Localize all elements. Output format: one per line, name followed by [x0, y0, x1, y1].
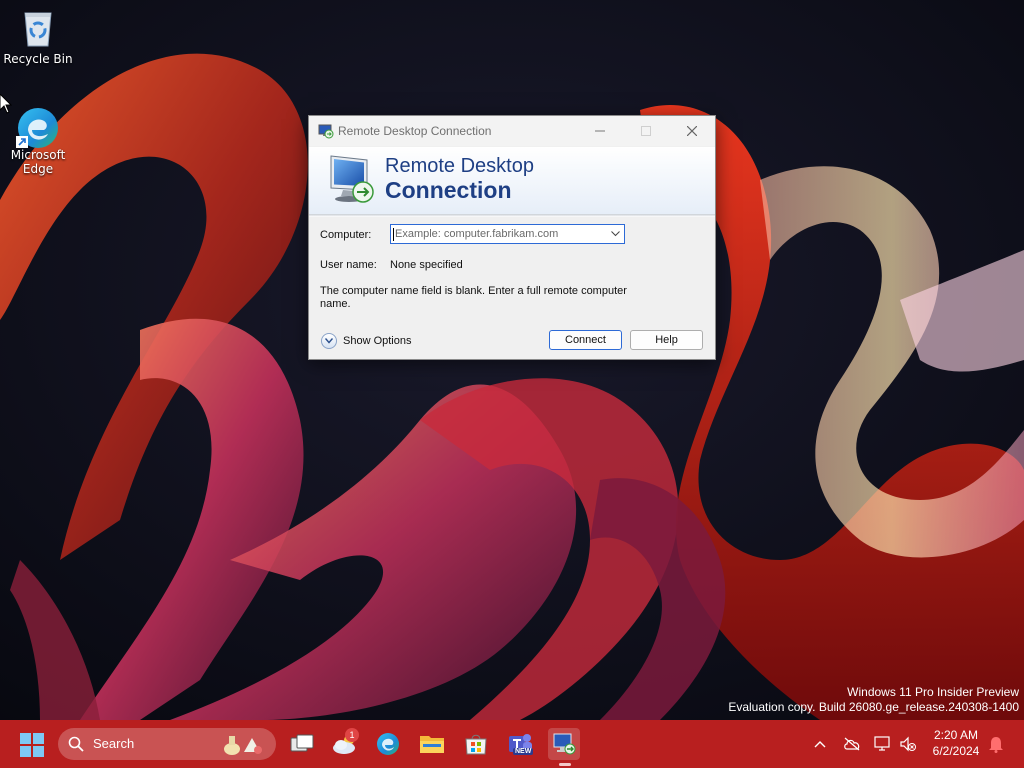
banner-title-line-2: Connection	[385, 177, 512, 203]
search-label: Search	[93, 736, 135, 751]
taskbar-weather[interactable]: 1	[329, 728, 361, 760]
show-options-label: Show Options	[343, 335, 412, 347]
search-icon	[68, 736, 84, 752]
taskbar-task-view[interactable]	[286, 728, 318, 760]
banner: Remote Desktop Connection	[309, 147, 715, 214]
maximize-button[interactable]	[623, 116, 669, 146]
clock-time: 2:20 AM	[933, 728, 979, 742]
store-icon	[465, 734, 487, 755]
taskbar: Search 1 NEW 2:20 AM 6/2/2024	[0, 720, 1024, 768]
banner-title-line-1: Remote Desktop	[385, 155, 534, 177]
notification-badge: 1	[345, 728, 359, 742]
text-caret	[393, 228, 394, 241]
edge-icon	[377, 733, 399, 755]
computer-label: Computer:	[320, 229, 372, 241]
expand-circle-icon	[321, 333, 337, 349]
folder-icon	[420, 736, 444, 753]
volume-muted-icon	[900, 736, 916, 752]
start-button[interactable]	[20, 733, 44, 757]
window-title: Remote Desktop Connection	[338, 124, 492, 138]
banner-divider	[309, 214, 715, 217]
desktop-icon-recycle-bin[interactable]: Recycle Bin	[0, 8, 76, 66]
desktop-icon-label: Microsoft Edge	[10, 148, 66, 176]
taskbar-microsoft-store[interactable]	[460, 728, 492, 760]
bell-icon	[989, 737, 1003, 753]
show-hidden-icons-button[interactable]	[810, 734, 830, 754]
help-button[interactable]: Help	[630, 330, 703, 350]
remote-desktop-connection-window: Remote Desktop Connection Remote Desktop	[308, 115, 716, 360]
minimize-button[interactable]	[577, 116, 623, 146]
taskbar-search-box[interactable]: Search	[58, 728, 276, 760]
minimize-icon	[595, 130, 605, 132]
close-icon	[687, 126, 697, 136]
desktop-icon-label: Recycle Bin	[3, 52, 73, 66]
search-highlight-image-icon	[224, 736, 262, 755]
mouse-cursor-icon	[0, 94, 12, 114]
task-view-icon	[290, 734, 314, 752]
tray-network[interactable]	[873, 734, 893, 754]
close-button[interactable]	[669, 116, 715, 146]
taskbar-edge[interactable]	[372, 728, 404, 760]
remote-desktop-icon	[553, 733, 576, 755]
username-value: None specified	[390, 259, 463, 271]
windows-watermark: Windows 11 Pro Insider Preview Evaluatio…	[728, 685, 1019, 715]
cloud-offline-icon	[844, 737, 860, 751]
taskbar-teams[interactable]: NEW	[504, 728, 536, 760]
status-message: The computer name field is blank. Enter …	[320, 285, 627, 310]
computer-combobox[interactable]	[390, 224, 625, 244]
remote-desktop-icon	[318, 124, 334, 139]
maximize-icon	[641, 126, 651, 136]
new-tag: NEW	[513, 748, 534, 755]
clock-date: 6/2/2024	[932, 744, 980, 758]
tray-volume[interactable]	[898, 734, 918, 754]
recycle-bin-icon	[18, 8, 58, 48]
chevron-down-icon	[610, 231, 620, 237]
title-bar[interactable]: Remote Desktop Connection	[309, 116, 715, 146]
notifications-button[interactable]	[986, 734, 1006, 754]
dropdown-button[interactable]	[608, 227, 622, 241]
desktop-icon-microsoft-edge[interactable]: Microsoft Edge	[0, 104, 76, 176]
active-app-indicator	[559, 763, 571, 766]
connect-button[interactable]: Connect	[549, 330, 622, 350]
watermark-line-2: Evaluation copy. Build 26080.ge_release.…	[728, 700, 1019, 714]
edge-icon	[16, 104, 58, 148]
remote-desktop-logo-icon	[330, 155, 374, 203]
taskbar-remote-desktop[interactable]	[548, 728, 580, 760]
tray-cloud-offline[interactable]	[842, 734, 862, 754]
system-clock[interactable]: 2:20 AM 6/2/2024	[918, 727, 994, 759]
computer-input[interactable]	[393, 226, 605, 242]
show-options-toggle[interactable]: Show Options	[321, 332, 411, 350]
chevron-up-icon	[814, 741, 826, 748]
desktop-wallpaper	[0, 0, 1024, 720]
username-label: User name:	[320, 259, 377, 271]
watermark-line-1: Windows 11 Pro Insider Preview	[847, 685, 1019, 699]
taskbar-file-explorer[interactable]	[416, 728, 448, 760]
network-icon	[874, 736, 890, 751]
